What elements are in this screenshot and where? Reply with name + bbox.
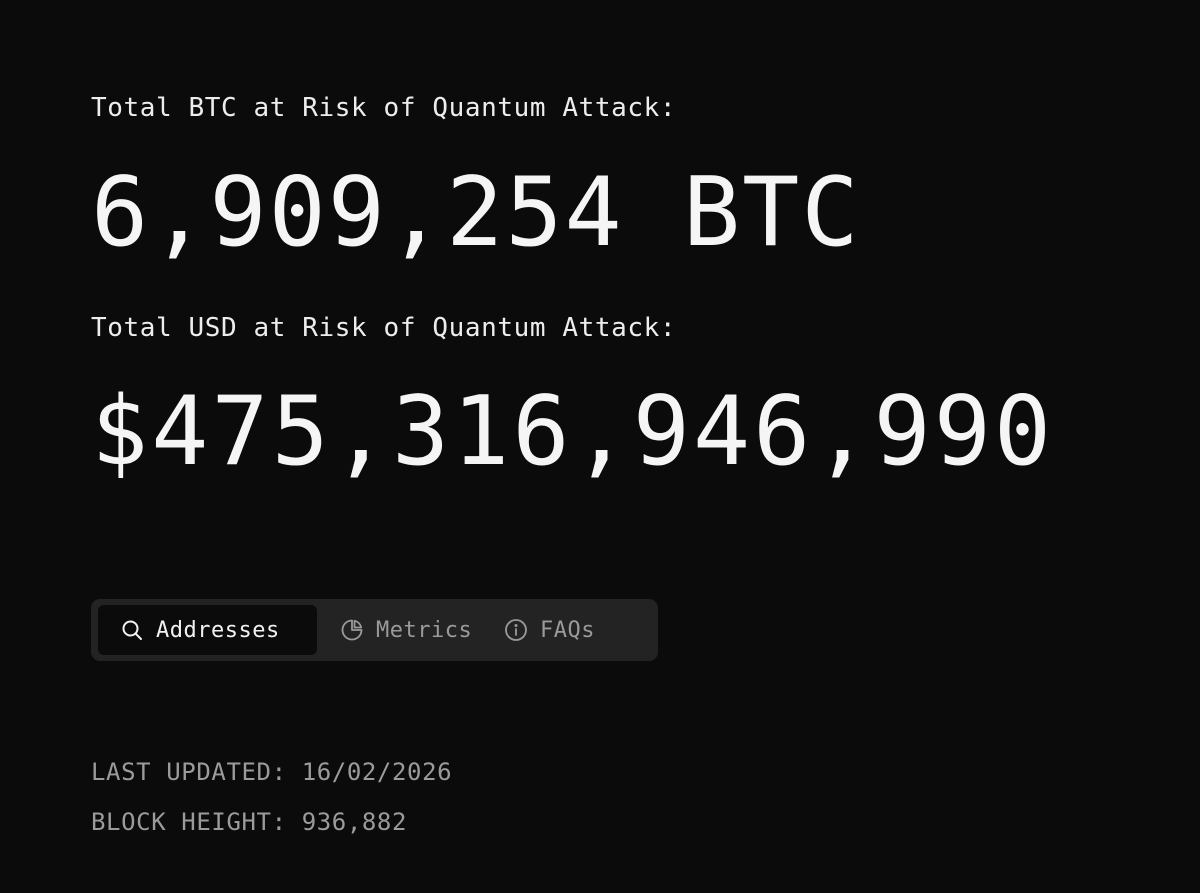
- tab-bar: Addresses Metrics FAQs: [91, 599, 658, 661]
- tab-addresses-label: Addresses: [156, 617, 280, 643]
- tab-faqs-label: FAQs: [540, 617, 595, 643]
- last-updated-text: LAST UPDATED: 16/02/2026: [91, 758, 453, 786]
- info-icon: [504, 618, 528, 642]
- tab-metrics[interactable]: Metrics: [317, 605, 487, 655]
- usd-at-risk-label: Total USD at Risk of Quantum Attack:: [91, 313, 677, 343]
- tab-faqs[interactable]: FAQs: [487, 605, 595, 655]
- btc-at-risk-label: Total BTC at Risk of Quantum Attack:: [91, 93, 677, 123]
- btc-at-risk-value: 6,909,254 BTC: [91, 158, 861, 268]
- pie-chart-icon: [340, 618, 364, 642]
- usd-at-risk-value: $475,316,946,990: [91, 377, 1055, 487]
- page: Total BTC at Risk of Quantum Attack: 6,9…: [91, 0, 1191, 893]
- block-height-text: BLOCK HEIGHT: 936,882: [91, 808, 408, 836]
- tab-metrics-label: Metrics: [376, 617, 473, 643]
- search-icon: [120, 618, 144, 642]
- tab-addresses[interactable]: Addresses: [98, 605, 317, 655]
